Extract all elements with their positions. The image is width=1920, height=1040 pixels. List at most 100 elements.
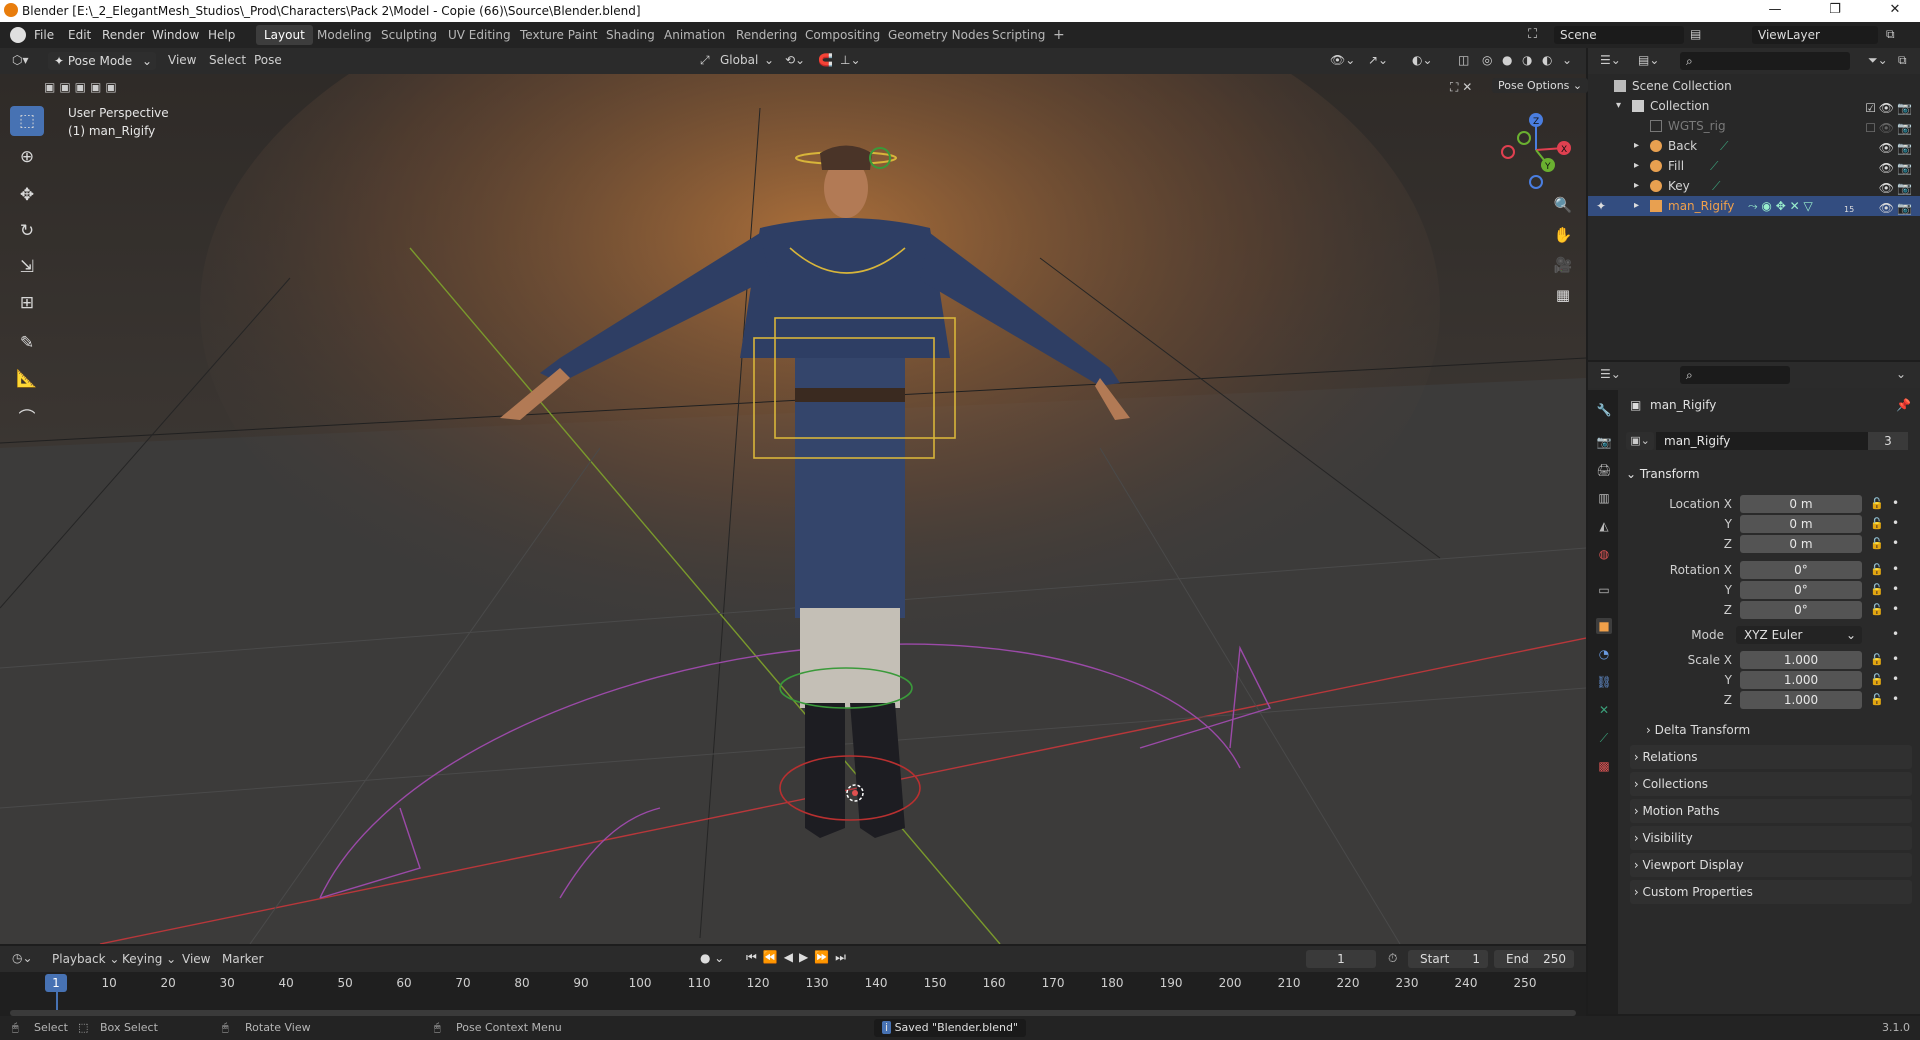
menu-render[interactable]: Render (102, 28, 145, 42)
solid-shading-icon[interactable]: ● (1502, 53, 1512, 67)
view-layer-tab-icon[interactable]: ▥ (1596, 490, 1612, 506)
relations-panel[interactable]: › Relations (1630, 745, 1912, 769)
timer-icon[interactable]: ⏱ (1388, 951, 1397, 966)
record-icon[interactable]: ● ⌄ (700, 951, 724, 965)
lock-icon[interactable]: 🔓 (1870, 673, 1884, 686)
tab-compositing[interactable]: Compositing (797, 25, 888, 45)
outliner-item-man-rigify[interactable]: ✦ ▸ man_Rigify ⤳ ◉ ✥ ✕ ▽ 15 👁 📷 (1588, 196, 1920, 216)
add-workspace-button[interactable]: + (1045, 25, 1073, 45)
keyframe-dot-icon[interactable]: • (1892, 516, 1899, 530)
outliner-collection[interactable]: ▾ Collection ☑ 👁 📷 (1588, 96, 1920, 116)
select-mode-buttons[interactable]: ▣▣▣▣▣ (44, 80, 140, 96)
texture-tab-icon[interactable]: ▩ (1596, 758, 1612, 774)
chevron-right-icon[interactable]: ▸ (1634, 176, 1639, 196)
eye-icon[interactable]: 👁 (1879, 98, 1894, 118)
rotation-z-field[interactable]: 0° (1740, 601, 1862, 619)
camera-icon[interactable]: 📷 (1897, 118, 1912, 138)
lock-icon[interactable]: 🔓 (1870, 583, 1884, 596)
xray-icon[interactable]: ◫ (1458, 53, 1469, 67)
eye-icon[interactable]: 👁 (1879, 198, 1894, 218)
bone-tab-icon[interactable]: ⟋ (1596, 730, 1612, 746)
annotate-tool[interactable]: ✎ (10, 328, 44, 358)
object-data-tab-icon[interactable]: ✕ (1596, 702, 1612, 718)
camera-icon[interactable]: 📷 (1897, 198, 1912, 218)
ortho-grid-icon[interactable]: ▦ (1550, 282, 1576, 308)
tab-sculpting[interactable]: Sculpting (373, 25, 445, 45)
rotation-y-field[interactable]: 0° (1740, 581, 1862, 599)
keyframe-dot-icon[interactable]: • (1892, 602, 1899, 616)
scale-y-field[interactable]: 1.000 (1740, 671, 1862, 689)
tab-scripting[interactable]: Scripting (984, 25, 1053, 45)
checkbox-icon[interactable]: ☑ (1865, 98, 1876, 118)
constraints-tab-icon[interactable]: ⛓ (1596, 674, 1612, 690)
tab-shading[interactable]: Shading (598, 25, 663, 45)
location-y-field[interactable]: 0 m (1740, 515, 1862, 533)
sidebar-toggle-icon[interactable]: ⛶ ✕ (1450, 80, 1472, 95)
outliner-search-input[interactable]: ⌕ (1680, 52, 1850, 70)
tab-animation[interactable]: Animation (656, 25, 733, 45)
physics-tab-icon[interactable]: ◔ (1596, 646, 1612, 662)
pose-mode-icon[interactable]: ✦ (1596, 196, 1606, 216)
outliner-item-back[interactable]: ▸ Back ⟋ 👁 📷 (1588, 136, 1920, 156)
tab-modeling[interactable]: Modeling (309, 25, 380, 45)
location-x-field[interactable]: 0 m (1740, 495, 1862, 513)
scale-z-field[interactable]: 1.000 (1740, 691, 1862, 709)
scale-x-field[interactable]: 1.000 (1740, 651, 1862, 669)
keyframe-dot-icon[interactable]: • (1892, 562, 1899, 576)
rotate-tool[interactable]: ↻ (10, 216, 44, 246)
datablock-name-field[interactable]: man_Rigify (1656, 432, 1868, 450)
camera-icon[interactable]: 📷 (1897, 158, 1912, 178)
relax-pose-tool[interactable]: ⌒ (10, 404, 44, 434)
view-layer-selector[interactable]: ViewLayer (1752, 26, 1878, 44)
tab-layout[interactable]: Layout (256, 25, 313, 45)
chevron-right-icon[interactable]: ▸ (1634, 196, 1639, 216)
pivot-point-icon[interactable]: ⟲⌄ (785, 53, 805, 67)
properties-editor-icon[interactable]: ☰⌄ (1600, 367, 1621, 381)
tool-tab-icon[interactable]: 🔧 (1596, 402, 1612, 418)
close-button[interactable]: ✕ (1875, 2, 1915, 17)
material-shading-icon[interactable]: ◑ (1522, 53, 1532, 67)
keyframe-dot-icon[interactable]: • (1892, 627, 1899, 641)
menu-pose[interactable]: Pose (254, 53, 282, 67)
transform-tool[interactable]: ⊞ (10, 288, 44, 318)
current-frame-field[interactable]: 1 (1306, 950, 1376, 968)
3d-viewport[interactable]: User Perspective (1) man_Rigify ⬚ ⊕ ✥ ↻ … (0, 48, 1586, 944)
new-collection-icon[interactable]: ⧉ (1898, 53, 1907, 68)
chevron-right-icon[interactable]: ▸ (1634, 156, 1639, 176)
chevron-right-icon[interactable]: ▸ (1634, 136, 1639, 156)
tab-texture-paint[interactable]: Texture Paint (512, 25, 605, 45)
menu-view[interactable]: View (182, 952, 210, 966)
snap-icon[interactable]: 🧲 (818, 53, 833, 67)
keyframe-dot-icon[interactable]: • (1892, 652, 1899, 666)
select-box-tool[interactable]: ⬚ (10, 106, 44, 136)
camera-icon[interactable]: 📷 (1897, 98, 1912, 118)
visibility-panel[interactable]: › Visibility (1630, 826, 1912, 850)
start-frame-field[interactable]: Start 1 (1408, 950, 1488, 968)
collection-tab-icon[interactable]: ▭ (1596, 582, 1612, 598)
cursor-tool[interactable]: ⊕ (10, 142, 44, 172)
menu-view[interactable]: View (168, 53, 196, 67)
new-view-layer-icon[interactable]: ⧉ (1886, 27, 1895, 42)
rendered-shading-icon[interactable]: ◐ (1542, 53, 1552, 67)
measure-tool[interactable]: 📐 (10, 364, 44, 394)
pose-options-button[interactable]: Pose Options ⌄ (1492, 78, 1589, 93)
eye-icon[interactable]: 👁 (1879, 178, 1894, 198)
properties-search-input[interactable]: ⌕ (1680, 366, 1790, 384)
lock-icon[interactable]: 🔓 (1870, 497, 1884, 510)
eye-icon[interactable]: 👁 (1879, 118, 1894, 138)
checkbox-icon[interactable]: ☐ (1865, 118, 1876, 138)
lock-icon[interactable]: 🔓 (1870, 653, 1884, 666)
outliner-item-key[interactable]: ▸ Key ⟋ 👁 📷 (1588, 176, 1920, 196)
tab-geometry-nodes[interactable]: Geometry Nodes (880, 25, 997, 45)
lock-icon[interactable]: 🔓 (1870, 693, 1884, 706)
users-count[interactable]: 3 (1868, 432, 1908, 450)
datablock-browse-icon[interactable]: ▣⌄ (1626, 432, 1654, 450)
keyframe-dot-icon[interactable]: • (1892, 672, 1899, 686)
keyframe-dot-icon[interactable]: • (1892, 496, 1899, 510)
orientation-selector[interactable]: Global (720, 53, 758, 67)
keying-menu[interactable]: Keying ⌄ (122, 952, 176, 966)
modifier-icons[interactable]: ⤳ ◉ ✥ ✕ ▽ (1748, 196, 1813, 216)
pin-icon[interactable]: 📌 (1896, 398, 1911, 412)
camera-icon[interactable]: 📷 (1897, 178, 1912, 198)
editor-type-icon[interactable]: ⬡▾ (12, 53, 29, 67)
